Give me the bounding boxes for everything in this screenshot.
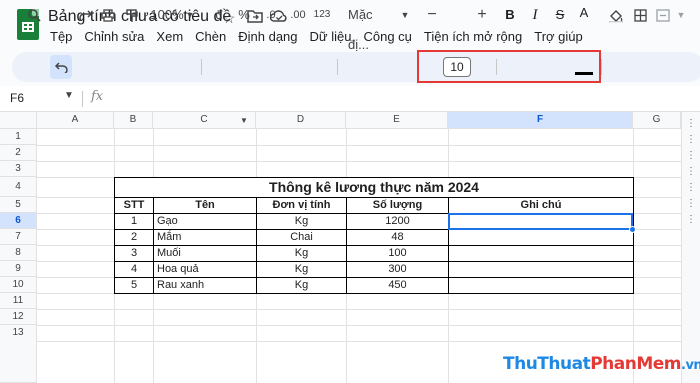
table-cell-don-vi[interactable]: Kg [257,261,346,277]
row-header-13[interactable]: 13 [0,325,37,383]
function-icon: fx [91,89,104,104]
menu-bar: Tệp Chỉnh sửa Xem Chèn Định dạng Dữ liệu… [44,29,589,45]
table-cell-ten[interactable]: Muối [157,245,255,261]
vertical-scrollbar[interactable]: ⋮ ⋮ ⋮ ⋮ ⋮ ⋮ ⋮ [681,112,700,383]
increase-font-size-icon[interactable]: + [475,0,489,30]
table-cell-don-vi[interactable]: Kg [257,213,346,229]
table-cell-stt[interactable]: 4 [115,261,153,277]
menu-format[interactable]: Định dạng [232,29,303,45]
table-header-don-vi[interactable]: Đơn vị tính [257,197,346,213]
strikethrough-button[interactable]: S [553,0,567,30]
row-header-12[interactable]: 12 [0,309,37,325]
fill-color-icon[interactable] [608,0,624,30]
merge-chevron-down-icon[interactable]: ▼ [676,0,686,30]
table-header-ten[interactable]: Tên [154,197,256,213]
table-cell-stt[interactable]: 5 [115,277,153,293]
table-title[interactable]: Thông kê lương thực năm 2024 [115,179,633,196]
table-cell-so-luong[interactable]: 450 [347,277,448,293]
column-header-d[interactable]: D [256,112,346,129]
table-cell-don-vi[interactable]: Kg [257,277,346,293]
table-cell-don-vi[interactable]: Chai [257,229,346,245]
highlight-box [417,50,601,83]
row-header-5[interactable]: 5 [0,197,37,213]
table-cell-ten[interactable]: Mắm [157,229,255,245]
font-chevron-down-icon[interactable]: ▼ [400,0,410,30]
name-box[interactable]: F6 [10,91,24,105]
formula-bar: F6 ▼ fx [0,86,700,112]
borders-icon[interactable] [632,0,648,30]
table-cell-ten[interactable]: Gạo [157,213,255,229]
row-header-4[interactable]: 4 [0,177,37,197]
percent-format-button[interactable]: % [238,0,250,30]
row-header-8[interactable]: 8 [0,245,37,261]
menu-file[interactable]: Tệp [44,29,78,45]
menu-edit[interactable]: Chỉnh sửa [78,29,150,45]
zoom-select[interactable]: 100% [150,0,184,30]
table-cell-so-luong[interactable]: 48 [347,229,448,245]
table-cell-so-luong[interactable]: 300 [347,261,448,277]
number-format-button[interactable]: 123 [313,0,331,30]
row-header-10[interactable]: 10 [0,277,37,293]
select-all-corner[interactable] [0,112,37,129]
print-icon[interactable] [100,0,116,30]
column-header-g[interactable]: G [633,112,681,129]
column-header-a[interactable]: A [37,112,114,129]
table-header-so-luong[interactable]: Số lượng [347,197,448,213]
watermark-logo: ThuThuatPhanMem.vn [503,354,700,374]
row-header-2[interactable]: 2 [0,145,37,161]
table-cell-stt[interactable]: 2 [115,229,153,245]
menu-extensions[interactable]: Tiện ích mở rộng [418,29,528,45]
name-box-chevron-down-icon[interactable]: ▼ [64,90,74,101]
row-header-11[interactable]: 11 [0,293,37,309]
zoom-chevron-down-icon[interactable]: ▼ [185,0,195,30]
paint-format-icon[interactable] [124,0,140,30]
text-color-button[interactable]: A [575,0,593,30]
column-header-b[interactable]: B [114,112,153,129]
italic-button[interactable]: I [528,0,542,30]
table-cell-so-luong[interactable]: 1200 [347,213,448,229]
table-cell-ten[interactable]: Rau xanh [157,277,255,293]
selected-cell-f6[interactable] [448,213,633,230]
table-header-ghi-chu[interactable]: Ghi chú [449,197,633,213]
row-header-7[interactable]: 7 [0,229,37,245]
decrease-font-size-icon[interactable]: − [425,0,439,30]
bold-button[interactable]: B [503,0,517,30]
redo-icon[interactable] [77,0,93,30]
table-cell-ten[interactable]: Hoa quả [157,261,255,277]
menu-insert[interactable]: Chèn [189,29,232,45]
currency-format-button[interactable]: đ [213,0,225,30]
row-header-9[interactable]: 9 [0,261,37,277]
row-header-6[interactable]: 6 [0,213,37,229]
merge-cells-icon[interactable] [655,0,671,30]
column-header-f[interactable]: F [448,112,633,129]
row-header-1[interactable]: 1 [0,129,37,145]
search-menus-icon[interactable] [26,0,42,30]
menu-help[interactable]: Trợ giúp [528,29,589,45]
column-c-filter-chevron-icon[interactable]: ▼ [240,112,252,129]
decrease-decimal-button[interactable]: .0 [262,0,280,30]
font-family-select[interactable]: Mặc đị... [348,0,396,52]
undo-icon[interactable] [50,55,72,79]
menu-view[interactable]: Xem [150,29,189,45]
column-header-e[interactable]: E [346,112,448,129]
table-cell-stt[interactable]: 1 [115,213,153,229]
table-header-stt[interactable]: STT [115,197,153,213]
increase-decimal-button[interactable]: .00 [288,0,308,30]
table-cell-so-luong[interactable]: 100 [347,245,448,261]
side-panel-icons: ⋮ ⋮ ⋮ ⋮ ⋮ ⋮ ⋮ [686,118,696,225]
row-header-3[interactable]: 3 [0,161,37,177]
table-cell-stt[interactable]: 3 [115,245,153,261]
table-cell-don-vi[interactable]: Kg [257,245,346,261]
fill-handle[interactable] [629,226,636,233]
